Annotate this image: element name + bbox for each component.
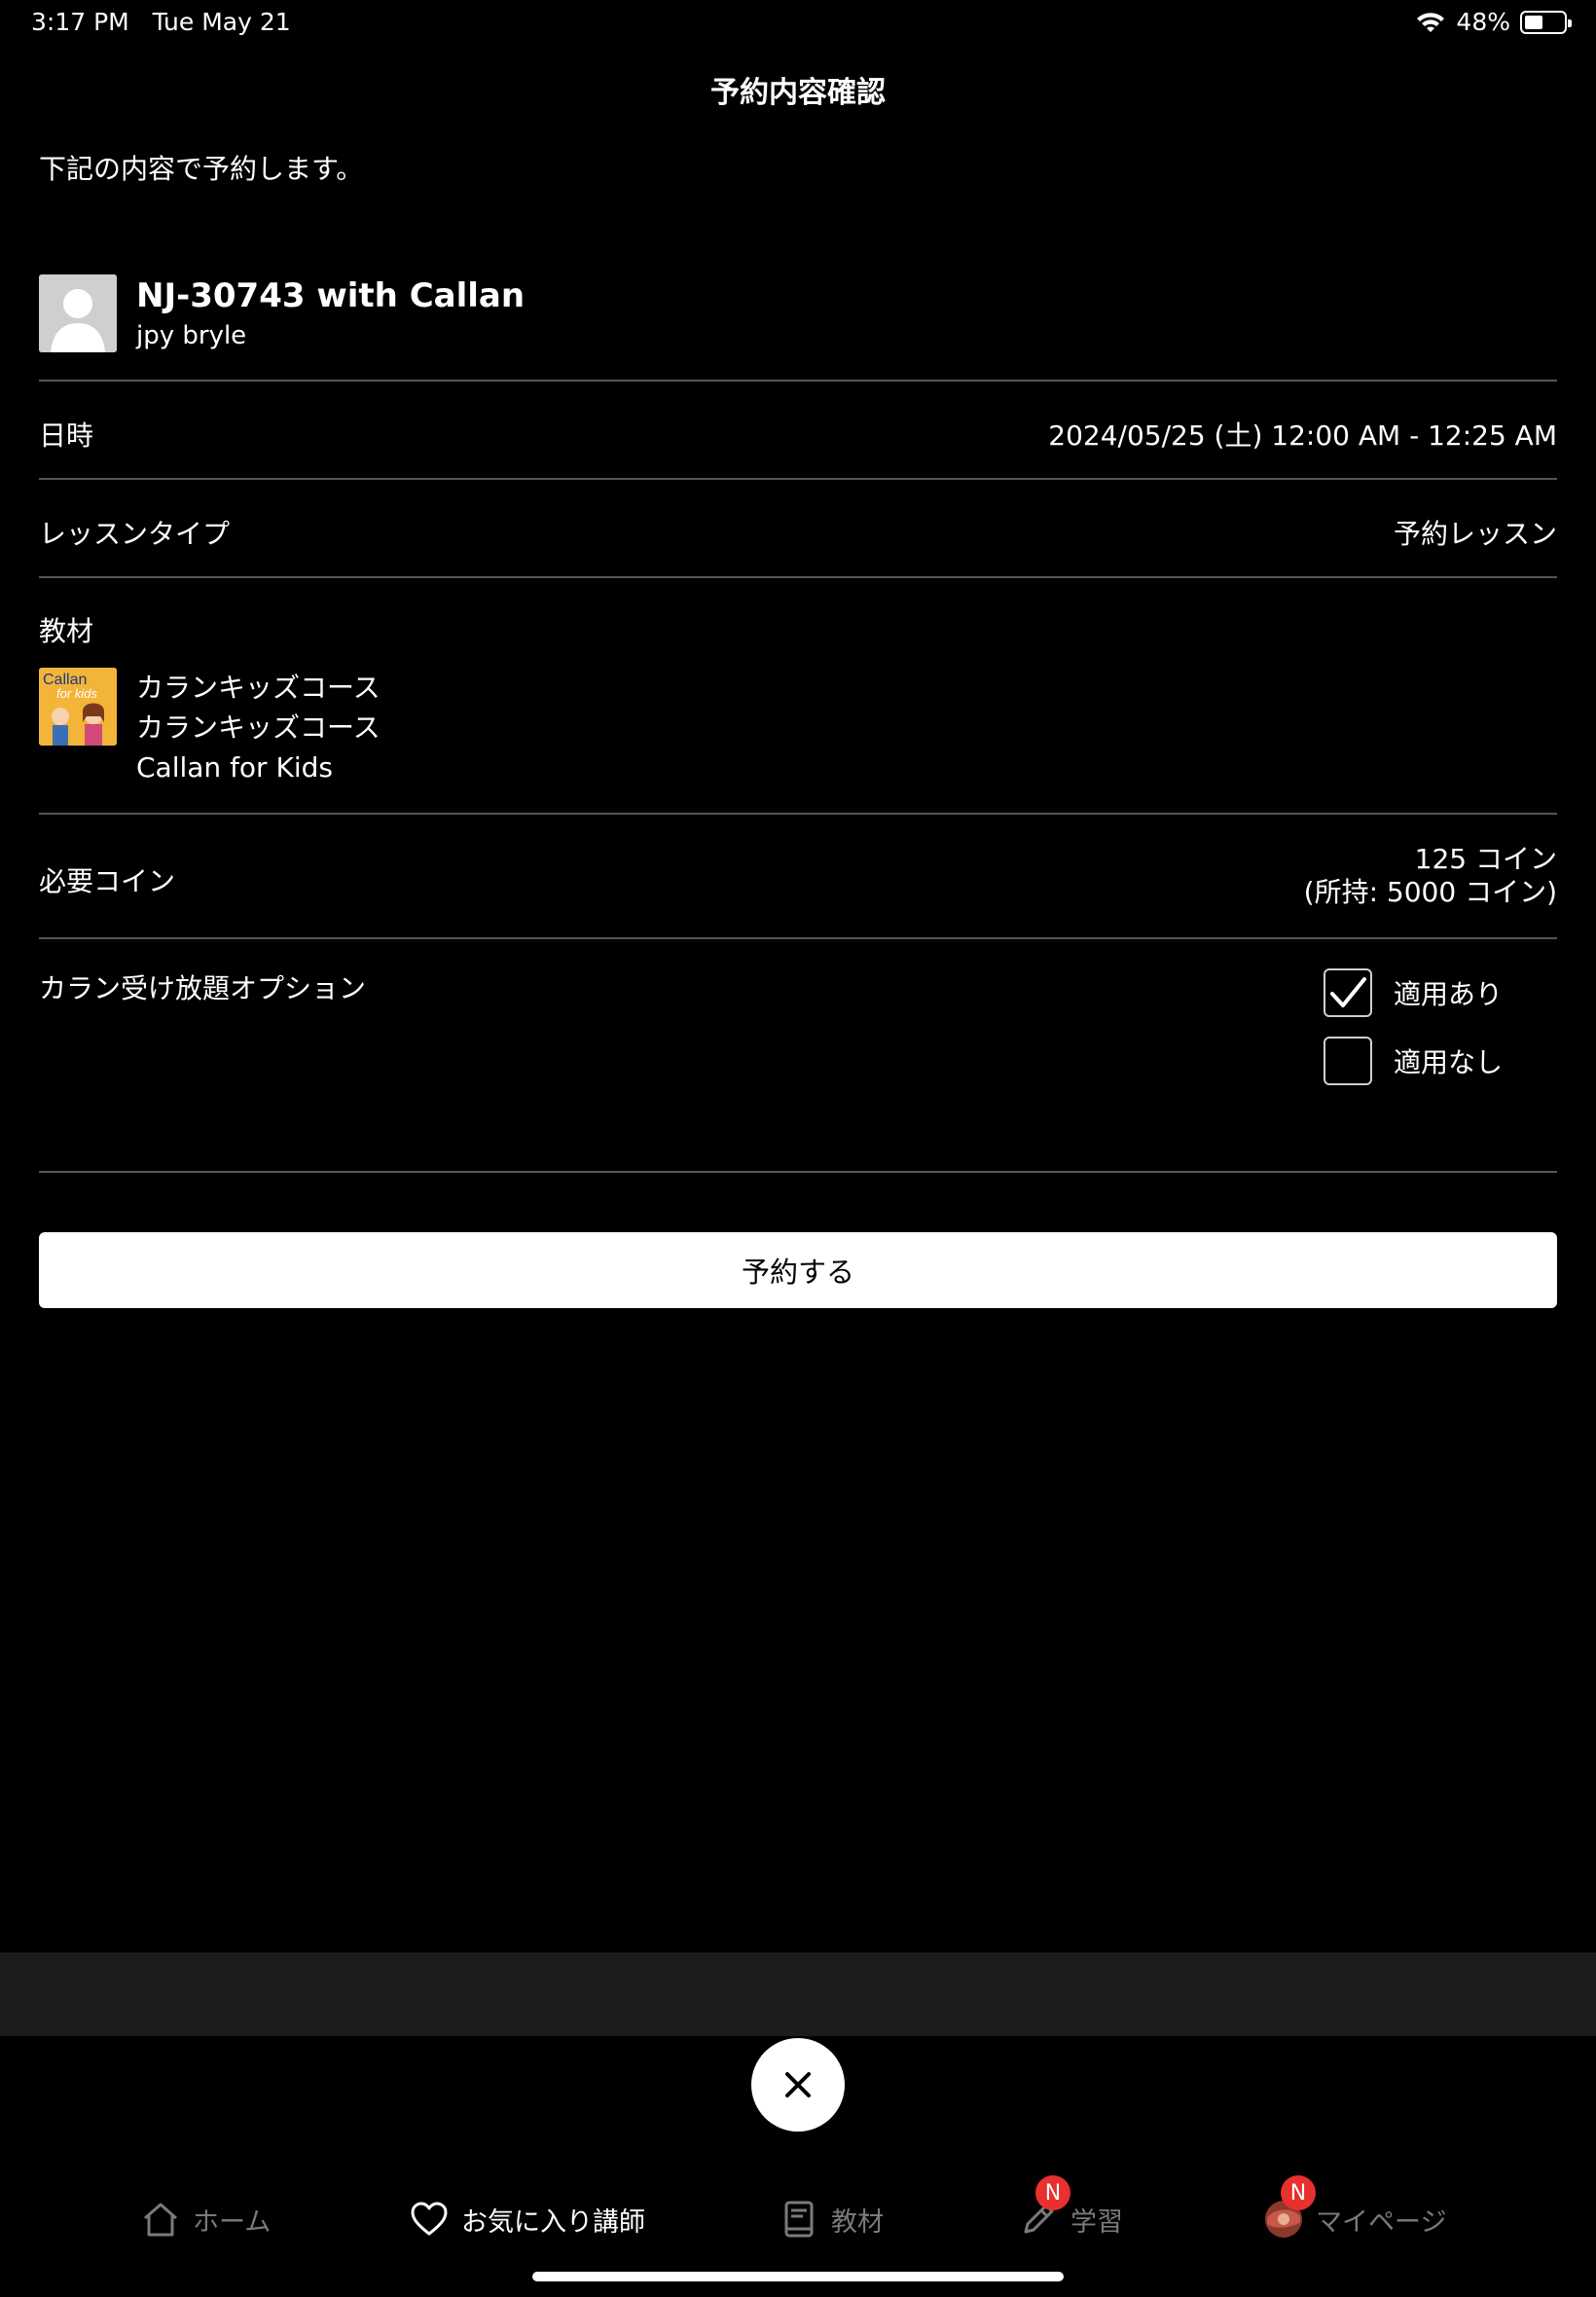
status-bar: 3:17 PM Tue May 21 48% — [0, 0, 1596, 47]
tab-label: ホーム — [193, 2206, 272, 2238]
profile-icon: N — [1263, 2175, 1316, 2240]
home-indicator — [532, 2272, 1064, 2281]
battery-icon — [1520, 10, 1572, 34]
coins-owned: (所持: 5000 コイン) — [1303, 876, 1557, 908]
coins-required: 125 コイン — [1414, 843, 1557, 875]
divider — [39, 1171, 1557, 1173]
material-thumbnail: Callan for kids — [39, 668, 117, 746]
close-icon — [785, 2072, 811, 2097]
status-clock: 3:17 PM — [31, 8, 129, 36]
tab-label: お気に入り講師 — [461, 2206, 645, 2238]
tab-mypage[interactable]: N マイページ — [1263, 2175, 1447, 2258]
material-label: 教材 — [39, 615, 94, 647]
option-none[interactable]: 適用なし — [1324, 1037, 1503, 1085]
material-details: カランキッズコース カランキッズコース Callan for Kids — [136, 668, 381, 787]
material-line: カランキッズコース — [136, 711, 381, 744]
option-apply[interactable]: 適用あり — [1324, 968, 1503, 1017]
tab-study[interactable]: N 学習 — [1018, 2175, 1123, 2258]
tab-label: 学習 — [1070, 2206, 1123, 2238]
avatar-placeholder-icon — [39, 274, 117, 352]
notification-badge: N — [1281, 2175, 1316, 2210]
option-none-label: 適用なし — [1394, 1046, 1504, 1078]
tab-home[interactable]: ホーム — [140, 2180, 271, 2258]
option-apply-label: 適用あり — [1394, 978, 1504, 1010]
home-icon — [140, 2199, 181, 2240]
page-title: 予約内容確認 — [710, 76, 886, 110]
battery-fill — [1525, 15, 1542, 29]
tab-materials[interactable]: 教材 — [779, 2180, 884, 2258]
tab-label: マイページ — [1316, 2206, 1447, 2238]
intro-text: 下記の内容で予約します。 — [39, 153, 364, 185]
tab-favorite-teachers[interactable]: お気に入り講師 — [409, 2180, 645, 2258]
checkbox-unchecked[interactable] — [1324, 1037, 1372, 1085]
teacher-title: NJ-30743 with Callan — [136, 276, 526, 315]
heart-icon — [409, 2199, 450, 2240]
option-label: カラン受け放題オプション — [39, 972, 367, 1004]
material-line: カランキッズコース — [136, 672, 381, 704]
teacher-card[interactable]: NJ-30743 with Callan jpy bryle — [39, 274, 1557, 382]
divider — [39, 380, 1557, 382]
coins-label: 必要コイン — [39, 865, 176, 897]
divider — [39, 813, 1557, 815]
bottom-sheet-band — [0, 1952, 1596, 2036]
battery-percent: 48% — [1456, 8, 1510, 36]
datetime-label: 日時 — [39, 419, 94, 452]
teacher-subtitle: jpy bryle — [136, 321, 247, 350]
coins-value-block: 125 コイン (所持: 5000 コイン) — [1304, 843, 1557, 909]
material-line: Callan for Kids — [136, 751, 333, 784]
notification-badge: N — [1035, 2175, 1070, 2210]
avatar — [39, 274, 117, 352]
status-date: Tue May 21 — [152, 8, 291, 36]
lesson-type-label: レッスンタイプ — [39, 518, 231, 550]
lesson-type-value: 予約レッスン — [1393, 518, 1557, 550]
tab-bar: ホーム お気に入り講師 教材 N 学習 N マイページ — [0, 2175, 1596, 2258]
divider — [39, 478, 1557, 480]
close-button[interactable] — [751, 2038, 845, 2132]
book-icon — [779, 2199, 819, 2240]
reserve-button[interactable]: 予約する — [39, 1232, 1557, 1308]
svg-text:for kids: for kids — [56, 686, 97, 701]
divider — [39, 937, 1557, 939]
status-time: 3:17 PM Tue May 21 — [31, 8, 291, 36]
callan-kids-cover-icon: Callan for kids — [39, 668, 117, 746]
status-indicators: 48% — [1415, 8, 1572, 36]
wifi-icon — [1417, 12, 1445, 32]
checkmark-icon — [1330, 977, 1366, 1007]
tab-label: 教材 — [831, 2206, 884, 2238]
datetime-value: 2024/05/25 (土) 12:00 AM - 12:25 AM — [1048, 419, 1557, 452]
checkbox-checked[interactable] — [1324, 968, 1372, 1017]
divider — [39, 576, 1557, 578]
pencil-icon: N — [1018, 2175, 1070, 2240]
